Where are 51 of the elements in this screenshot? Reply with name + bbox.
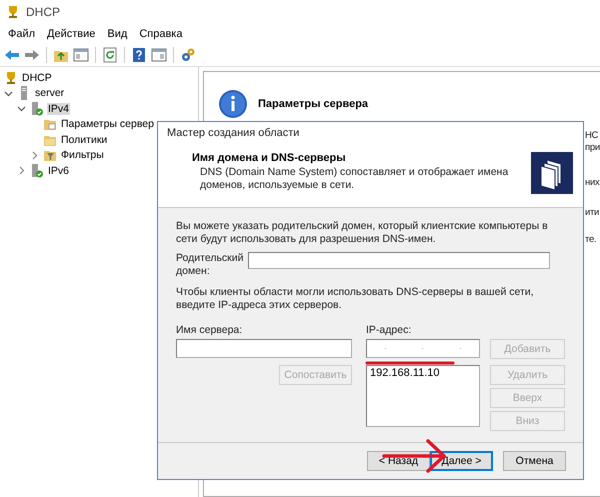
server-name-field[interactable] <box>176 339 352 358</box>
details-text: те. <box>585 234 596 245</box>
details-text: HC <box>585 130 598 141</box>
dialog-title: Мастер создания области <box>167 127 300 139</box>
gears-icon[interactable] <box>180 47 196 63</box>
tree-item[interactable]: Политики <box>60 134 108 146</box>
chevron-icon[interactable] <box>16 104 26 114</box>
menu-item[interactable]: Действие <box>41 28 102 40</box>
field-label: IP-адрес: <box>366 324 412 338</box>
chevron-icon[interactable] <box>30 150 38 160</box>
forward-arrow-icon[interactable] <box>24 47 40 63</box>
tree-item[interactable]: IPv6 <box>47 164 70 177</box>
tree-item[interactable]: DHCP <box>21 72 53 84</box>
details-text: при <box>585 142 600 153</box>
page-description: DNS (Domain Name System) сопоставляет и отображает имена доменов, используемые в сети. <box>199 166 510 192</box>
menu-item[interactable]: Файл <box>2 28 42 40</box>
ip-address-field[interactable] <box>366 339 480 358</box>
ip-list-item[interactable]: 192.168.11.10 <box>370 367 440 379</box>
tree-item[interactable]: Параметры сервер <box>60 118 155 130</box>
details-text: ити <box>585 207 600 218</box>
panel-icon[interactable] <box>73 47 89 63</box>
field-label: Имя сервера: <box>176 324 244 338</box>
details-text: них <box>585 177 600 188</box>
chevron-icon[interactable] <box>16 166 26 176</box>
parent-domain-field[interactable] <box>248 252 550 269</box>
menu-item[interactable]: Справка <box>133 28 188 40</box>
instruction-text: Вы можете указать родительский домен, который клиентские компьютеры в сети будут использовать для разрешения DNS-имен. <box>176 220 549 246</box>
tree-item[interactable]: server <box>34 87 66 100</box>
menu-item[interactable]: Вид <box>101 28 134 40</box>
wizard-button[interactable]: Отмена <box>503 451 566 471</box>
filter-icon <box>43 148 57 162</box>
help-icon[interactable] <box>131 47 147 63</box>
instruction-text: Чтобы клиенты области могли использовать DNS-серверы в вашей сети, введите IP-адреса этих серверов. <box>176 286 535 312</box>
refresh-icon[interactable] <box>102 47 118 63</box>
details-title: Параметры сервера <box>258 98 368 110</box>
info-icon <box>218 89 248 119</box>
panel-icon[interactable] <box>151 47 167 63</box>
field-label: Родительский домен: <box>176 252 242 278</box>
folders-icon <box>531 152 573 194</box>
folder-icon <box>43 117 57 132</box>
tree-item[interactable]: Фильтры <box>60 149 105 162</box>
cup-icon <box>4 70 18 85</box>
chevron-icon[interactable] <box>4 88 12 98</box>
tree-item[interactable]: IPv4 <box>47 102 70 115</box>
back-arrow-icon[interactable] <box>4 47 20 63</box>
window-title: DHCP <box>26 5 60 19</box>
page-heading: Имя домена и DNS-серверы <box>192 152 347 164</box>
cup-icon <box>6 5 20 19</box>
server-check-icon <box>30 164 44 178</box>
wizard-button[interactable]: Далее > <box>430 451 493 471</box>
server-check-icon <box>30 102 44 116</box>
